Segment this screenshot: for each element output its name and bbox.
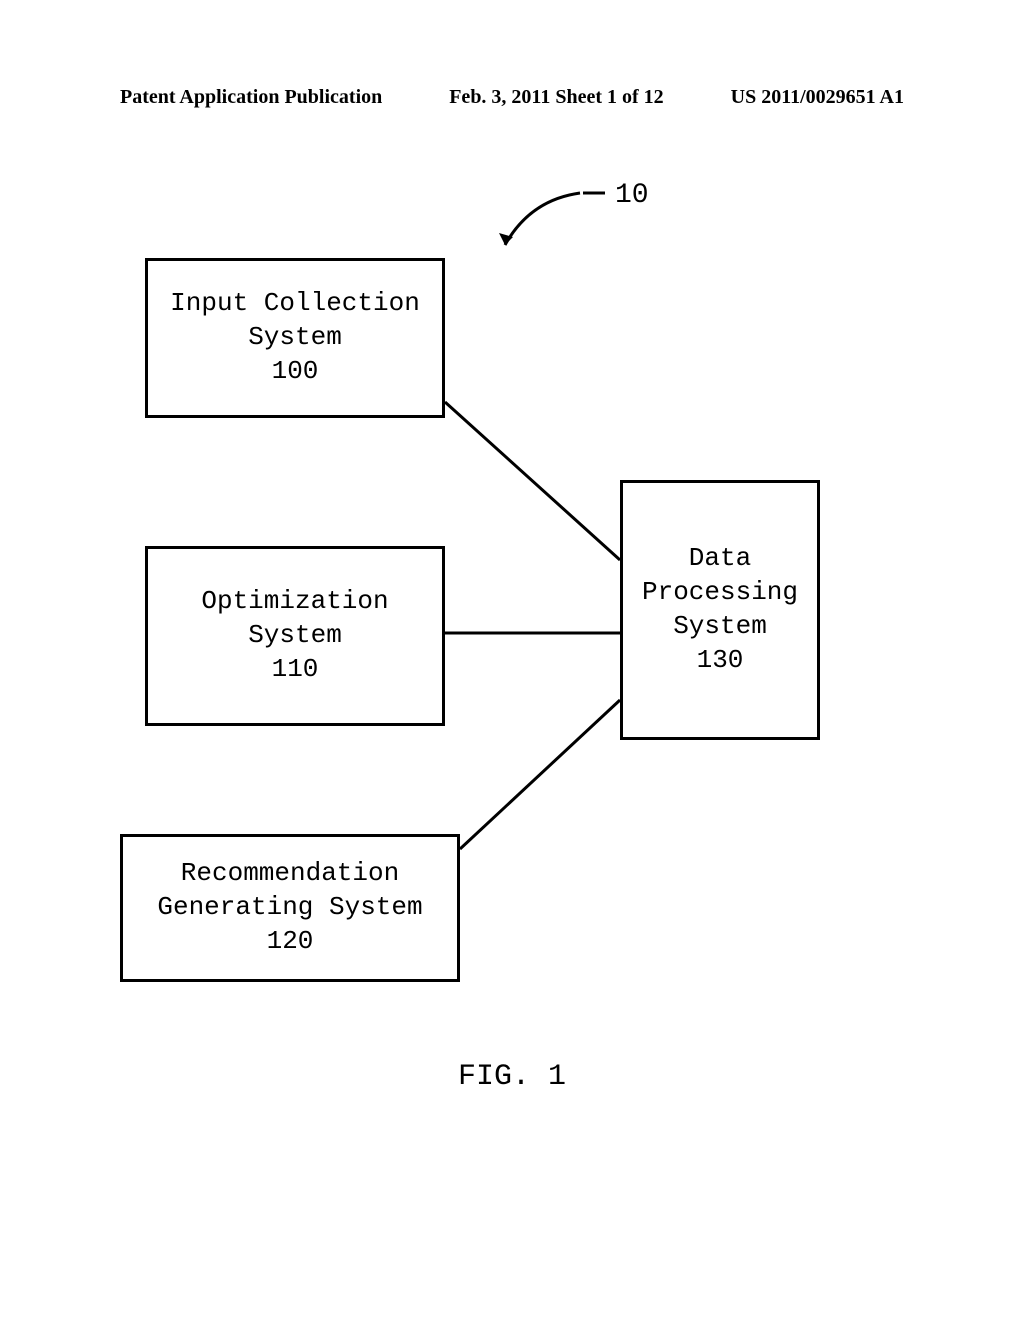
header-publication: Patent Application Publication <box>120 86 382 109</box>
header-date-sheet: Feb. 3, 2011 Sheet 1 of 12 <box>449 86 663 109</box>
connector-lines <box>0 180 1024 1080</box>
figure-caption: FIG. 1 <box>0 1060 1024 1094</box>
patent-header: Patent Application Publication Feb. 3, 2… <box>0 86 1024 109</box>
figure-diagram: 10 Input Collection System 100 Optimizat… <box>0 180 1024 1080</box>
header-patent-number: US 2011/0029651 A1 <box>731 86 904 109</box>
